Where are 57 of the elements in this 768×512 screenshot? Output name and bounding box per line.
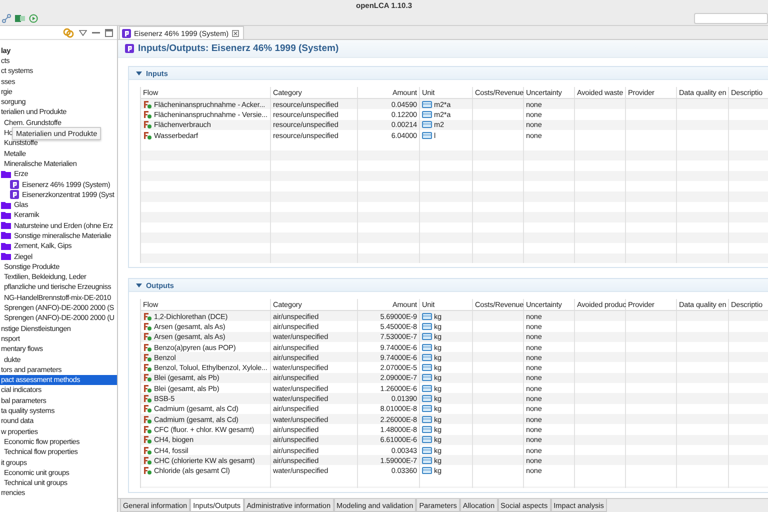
unit-icon [422, 395, 432, 402]
flow-icon [143, 404, 152, 414]
unit-icon [422, 344, 432, 351]
unit-icon [422, 405, 432, 412]
unit-icon [422, 100, 432, 108]
flow-icon [143, 394, 152, 404]
process-icon [125, 44, 134, 53]
process-icon [10, 190, 19, 199]
process-icon [10, 180, 19, 188]
folder-icon [1, 170, 11, 178]
flow-icon [143, 120, 152, 130]
flow-icon [143, 424, 152, 434]
flow-icon [143, 342, 152, 352]
flow-icon [143, 384, 152, 393]
unit-icon [422, 374, 432, 382]
flow-icon [143, 373, 152, 382]
unit-icon [422, 467, 432, 474]
flow-icon [143, 446, 152, 454]
unit-icon [422, 333, 432, 340]
form-title: Inputs/Outputs: Eisenerz 46% 1999 (System) [138, 43, 339, 54]
flow-icon [143, 363, 152, 372]
flow-icon [143, 466, 152, 476]
process-icon [122, 28, 131, 38]
unit-icon [422, 110, 432, 118]
search-field[interactable] [694, 12, 768, 24]
network-icon[interactable] [2, 14, 11, 22]
minimize-icon[interactable] [92, 30, 100, 36]
unit-icon [422, 322, 432, 330]
flow-icon [143, 322, 152, 331]
unit-icon [422, 446, 432, 454]
unit-icon [422, 426, 432, 433]
link-icon[interactable] [63, 28, 74, 38]
flow-icon [143, 435, 152, 444]
unit-icon [422, 312, 432, 320]
collapse-arrow-icon[interactable] [136, 70, 142, 76]
unit-icon [422, 354, 432, 361]
flow-icon [143, 312, 152, 321]
close-icon[interactable] [232, 30, 238, 36]
spreadsheet-icon[interactable] [15, 14, 25, 22]
flow-icon [143, 100, 152, 109]
run-icon[interactable] [29, 14, 38, 22]
flow-icon [143, 456, 152, 465]
unit-icon [422, 456, 432, 464]
unit-icon [422, 121, 432, 128]
flow-icon [143, 130, 152, 140]
unit-icon [422, 384, 432, 392]
flow-icon [143, 332, 152, 342]
unit-icon [422, 436, 432, 444]
flow-icon [143, 414, 152, 424]
maximize-icon[interactable] [105, 28, 113, 36]
collapse-arrow-icon[interactable] [136, 282, 142, 288]
flow-icon [143, 110, 152, 119]
menu-icon[interactable] [79, 30, 87, 36]
flow-icon [143, 352, 152, 362]
unit-icon [422, 132, 432, 139]
unit-icon [422, 416, 432, 423]
unit-icon [422, 364, 432, 372]
